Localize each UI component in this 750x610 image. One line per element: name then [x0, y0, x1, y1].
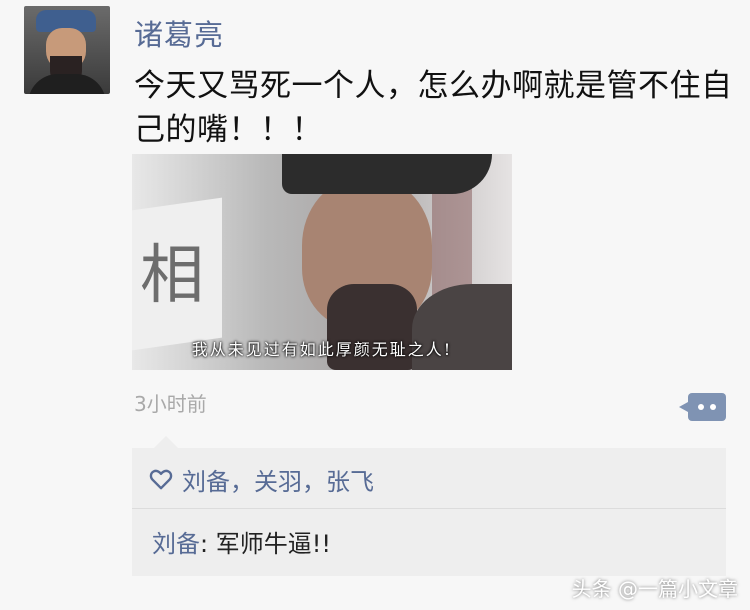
post-username[interactable]: 诸葛亮 — [134, 12, 224, 54]
interaction-box: 刘备，关羽，张飞 刘备: 军师牛逼!! — [132, 436, 726, 576]
image-subtitle: 我从未见过有如此厚颜无耻之人! — [191, 340, 453, 359]
watermark: 头条 @一篇小文章 — [571, 577, 738, 601]
likes-row: 刘备，关羽，张飞 — [148, 462, 374, 496]
image-sign-glyph: 相 — [140, 239, 204, 313]
comment-dot — [710, 404, 716, 410]
comment-dot — [698, 404, 704, 410]
image-hat — [282, 154, 492, 194]
comment-dots-icon[interactable] — [679, 393, 726, 421]
post-text: 今天又骂死一个人，怎么办啊就是管不住自己的嘴！！！ — [134, 68, 733, 148]
avatar[interactable] — [24, 6, 110, 94]
avatar-robe — [28, 74, 106, 94]
likes-names[interactable]: 刘备，关羽，张飞 — [182, 462, 374, 497]
divider — [132, 508, 726, 509]
comment-row[interactable]: 刘备: 军师牛逼!! — [152, 524, 331, 559]
post-timestamp: 3小时前 — [134, 392, 207, 416]
comment-separator: : — [200, 530, 216, 558]
comment-text: 军师牛逼!! — [215, 530, 331, 558]
heart-outline-icon — [149, 469, 173, 490]
comment-author[interactable]: 刘备 — [152, 530, 200, 558]
post-image[interactable]: 相 我从未见过有如此厚颜无耻之人! — [132, 154, 512, 370]
